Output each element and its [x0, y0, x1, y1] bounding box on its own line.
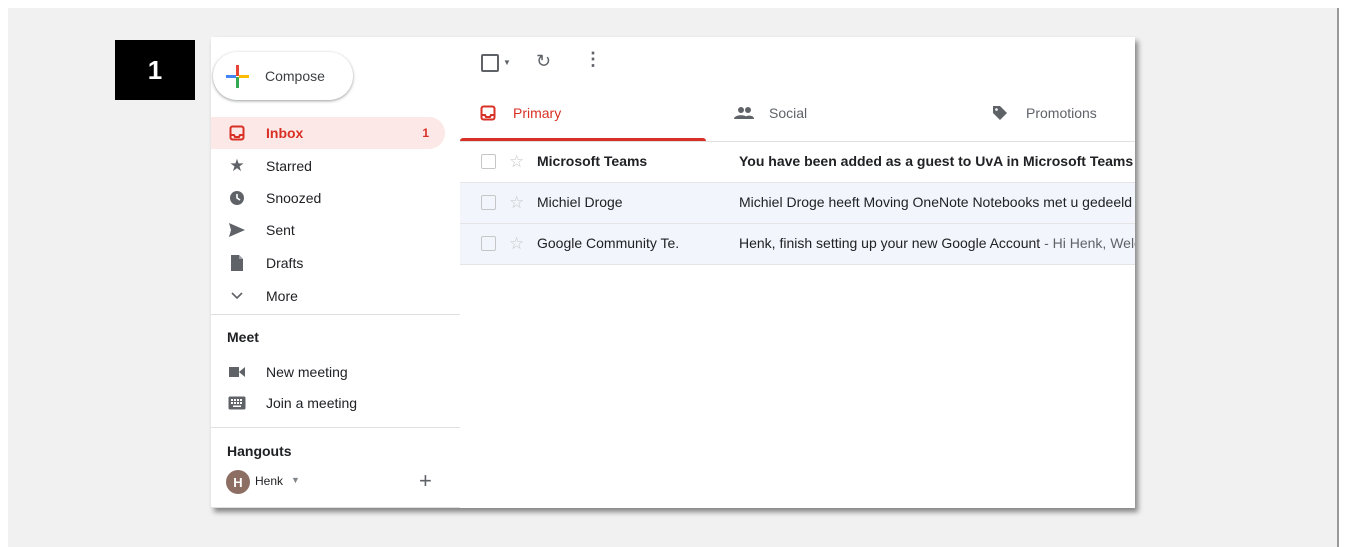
active-tab-indicator: [460, 138, 706, 141]
step-badge: 1: [115, 40, 195, 100]
sidebar-item-snoozed[interactable]: Snoozed: [211, 182, 460, 214]
tab-social[interactable]: Social: [716, 85, 962, 141]
row-checkbox[interactable]: [481, 154, 496, 169]
sidebar-item-starred[interactable]: ★ Starred: [211, 150, 460, 182]
star-icon: ★: [229, 156, 245, 175]
email-subject: Henk, finish setting up your new Google …: [739, 235, 1041, 251]
sidebar-item-label: More: [266, 288, 298, 304]
star-outline-icon[interactable]: ☆: [509, 193, 524, 213]
caret-down-icon[interactable]: ▼: [291, 475, 300, 485]
email-sender: Michiel Droge: [537, 194, 623, 210]
row-checkbox[interactable]: [481, 195, 496, 210]
frame-edge: [1337, 8, 1339, 547]
email-subject: Michiel Droge heeft Moving OneNote Noteb…: [739, 194, 1132, 210]
send-icon: [227, 220, 247, 240]
email-snippet: - Hi Henk, Welcome: [1044, 235, 1135, 251]
sidebar-item-more[interactable]: More: [211, 280, 460, 312]
avatar[interactable]: H: [226, 470, 250, 494]
compose-label: Compose: [265, 68, 325, 84]
gmail-screenshot: Compose Inbox 1 ★ Starred Snoozed Sent D…: [211, 37, 1135, 508]
email-subject: You have been added as a guest to UvA in…: [739, 153, 1134, 169]
sidebar-item-sent[interactable]: Sent: [211, 214, 460, 246]
hangouts-user[interactable]: Henk: [255, 474, 283, 488]
inbox-icon: [478, 103, 498, 123]
clock-icon: [227, 188, 247, 208]
toolbar: ▼ ↻ ⋮: [460, 37, 1135, 85]
unread-count: 1: [422, 126, 429, 140]
video-camera-icon: [227, 362, 247, 382]
email-subject-line: You have been added as a guest to UvA in…: [739, 153, 1135, 169]
tab-label: Social: [769, 105, 808, 121]
category-tabs: Primary Social Promotions: [460, 85, 1135, 142]
meet-item-label: Join a meeting: [266, 395, 358, 411]
sidebar-item-drafts[interactable]: Drafts: [211, 247, 460, 279]
inbox-icon: [227, 123, 247, 143]
sidebar-item-inbox[interactable]: Inbox 1: [211, 117, 445, 149]
draft-icon: [227, 253, 247, 273]
star-outline-icon[interactable]: ☆: [509, 152, 524, 172]
email-snippet: -: [1133, 153, 1135, 169]
divider: [211, 314, 460, 315]
email-sender: Google Community Te.: [537, 235, 680, 251]
people-icon: [734, 103, 754, 123]
tab-label: Promotions: [1026, 105, 1097, 121]
keyboard-icon: [227, 393, 247, 413]
refresh-icon[interactable]: ↻: [536, 51, 551, 72]
main-panel: ▼ ↻ ⋮ Primary Social Promotions ☆ Micros…: [460, 37, 1135, 508]
meet-title: Meet: [227, 329, 259, 345]
sidebar-item-label: Inbox: [266, 125, 304, 141]
email-sender: Microsoft Teams: [537, 153, 648, 169]
sidebar-item-label: Starred: [266, 158, 312, 174]
email-subject-line: Henk, finish setting up your new Google …: [739, 235, 1135, 251]
divider: [211, 507, 460, 508]
tag-icon: [990, 103, 1010, 123]
meet-item-label: New meeting: [266, 364, 348, 380]
star-outline-icon[interactable]: ☆: [509, 234, 524, 254]
sidebar-item-label: Drafts: [266, 255, 304, 271]
email-row[interactable]: ☆ Michiel Droge Michiel Droge heeft Movi…: [460, 183, 1135, 224]
add-contact-button[interactable]: +: [419, 469, 432, 493]
plus-icon: [226, 65, 249, 88]
tab-primary[interactable]: Primary: [460, 85, 706, 141]
tab-label: Primary: [513, 105, 562, 121]
new-meeting-button[interactable]: New meeting: [211, 357, 460, 387]
email-row[interactable]: ☆ Google Community Te. Henk, finish sett…: [460, 224, 1135, 265]
compose-button[interactable]: Compose: [213, 52, 353, 100]
divider: [211, 427, 460, 428]
sidebar: Compose Inbox 1 ★ Starred Snoozed Sent D…: [211, 37, 460, 508]
join-meeting-button[interactable]: Join a meeting: [211, 388, 460, 418]
select-all-checkbox[interactable]: [481, 54, 499, 72]
sidebar-item-label: Snoozed: [266, 190, 322, 206]
chevron-down-icon: [227, 286, 247, 306]
email-subject-line: Michiel Droge heeft Moving OneNote Noteb…: [739, 194, 1132, 210]
row-checkbox[interactable]: [481, 236, 496, 251]
more-vert-icon[interactable]: ⋮: [584, 49, 602, 70]
caret-down-icon[interactable]: ▼: [503, 58, 511, 67]
hangouts-title: Hangouts: [227, 443, 292, 459]
tab-promotions[interactable]: Promotions: [972, 85, 1135, 141]
email-row[interactable]: ☆ Microsoft Teams You have been added as…: [460, 142, 1135, 183]
sidebar-item-label: Sent: [266, 222, 295, 238]
